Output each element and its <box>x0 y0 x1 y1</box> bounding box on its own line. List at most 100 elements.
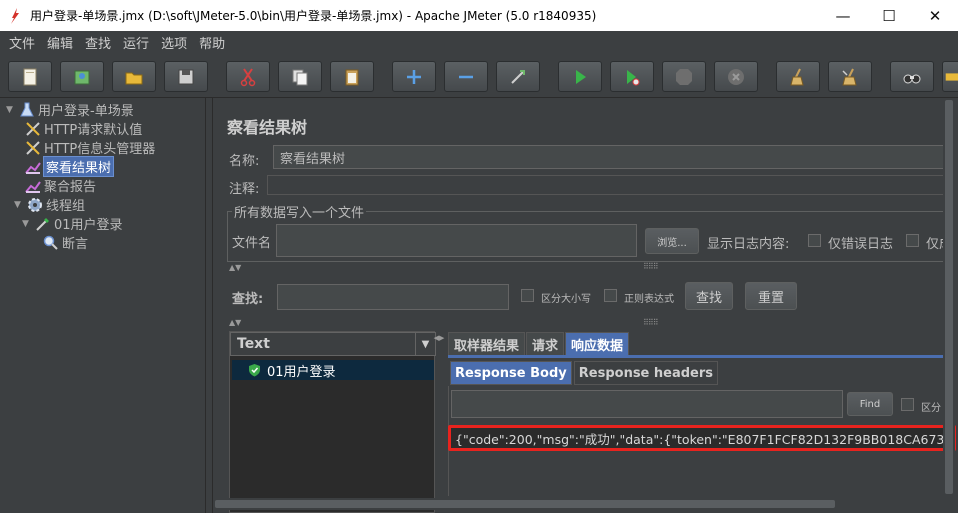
start-no-pause-button[interactable] <box>610 61 654 92</box>
copy-icon <box>292 69 308 85</box>
templates-button[interactable] <box>60 61 104 92</box>
response-find-button[interactable]: Find <box>847 392 893 416</box>
browse-button[interactable]: 浏览... <box>645 228 699 254</box>
errors-only-checkbox[interactable] <box>808 234 821 247</box>
split-divider[interactable] <box>205 98 213 513</box>
shutdown-button[interactable] <box>714 61 758 92</box>
find-button[interactable]: 查找 <box>685 282 733 310</box>
new-button[interactable] <box>8 61 52 92</box>
start-no-pause-icon <box>627 69 640 85</box>
scrollbar-thumb[interactable] <box>215 500 835 508</box>
expand-toggle-icon[interactable]: ▼ <box>22 219 34 229</box>
tree-item-aggregate-report[interactable]: 聚合报告 <box>24 176 96 195</box>
errors-only-label: 仅错误日志 <box>828 237 894 252</box>
reset-search-button[interactable] <box>942 61 958 92</box>
cut-button[interactable] <box>226 61 270 92</box>
regex-checkbox[interactable] <box>604 289 617 302</box>
tree-item-label: 01用户登录 <box>54 218 123 233</box>
tree-item-label: 聚合报告 <box>44 180 97 195</box>
response-subtabs: Response Body Response headers <box>450 361 720 385</box>
expand-toggle-icon[interactable]: ▼ <box>6 105 18 115</box>
vertical-scrollbar[interactable] <box>943 100 955 494</box>
search-label: 查找: <box>232 292 264 307</box>
thread-group-icon <box>26 196 44 214</box>
response-case-checkbox[interactable] <box>901 398 914 411</box>
start-icon <box>576 69 586 84</box>
renderer-select[interactable]: Text ▼ <box>230 332 436 356</box>
maximize-button[interactable]: ☐ <box>866 0 912 31</box>
sampler-icon <box>34 215 52 233</box>
split-grip-2[interactable]: ⠿⠿⠿ <box>643 318 659 327</box>
tab-response-data[interactable]: 响应数据 <box>565 332 630 356</box>
collapse-all-button[interactable] <box>444 61 488 92</box>
split-arrows-3[interactable]: ◀▶ <box>434 334 445 343</box>
menu-options[interactable]: 选项 <box>155 33 193 52</box>
filename-input[interactable] <box>276 224 637 257</box>
minimize-button[interactable]: — <box>820 0 866 31</box>
collapse-icon <box>459 75 473 78</box>
cut-icon <box>240 67 256 86</box>
scrollbar-thumb[interactable] <box>945 100 953 494</box>
clear-button[interactable] <box>776 61 820 92</box>
tab-sampler-result[interactable]: 取样器结果 <box>448 332 526 356</box>
test-plan-tree: ▼ 用户登录-单场景 HTTP请求默认值 HTTP信息头管理器 察看结果树 聚合… <box>0 98 205 513</box>
expand-all-button[interactable] <box>392 61 436 92</box>
response-find-input[interactable] <box>451 390 843 418</box>
regex-label: 正则表达式 <box>624 294 674 305</box>
split-arrows-2[interactable]: ▲▼ <box>229 318 241 327</box>
panel-title: 察看结果树 <box>227 118 308 137</box>
stop-button[interactable] <box>662 61 706 92</box>
tab-response-body[interactable]: Response Body <box>450 361 572 385</box>
clear-all-icon <box>842 68 857 85</box>
comment-field[interactable] <box>267 175 945 195</box>
sample-result-list: Text ▼ 01用户登录 <box>229 331 436 513</box>
case-sensitive-checkbox[interactable] <box>521 289 534 302</box>
tab-underline <box>448 355 946 358</box>
search-icon <box>903 74 921 83</box>
tab-request[interactable]: 请求 <box>526 332 565 356</box>
success-only-checkbox[interactable] <box>906 234 919 247</box>
tree-item-label: HTTP信息头管理器 <box>44 142 156 157</box>
name-field[interactable]: 察看结果树 <box>273 145 945 169</box>
tree-item-assertion[interactable]: 断言 <box>42 233 88 252</box>
menu-run[interactable]: 运行 <box>117 33 155 52</box>
start-button[interactable] <box>558 61 602 92</box>
paste-button[interactable] <box>330 61 374 92</box>
tree-item-label: 察看结果树 <box>42 156 115 177</box>
new-icon <box>23 68 37 85</box>
menu-file[interactable]: 文件 <box>3 33 41 52</box>
toggle-button[interactable] <box>496 61 540 92</box>
tree-item-label: 用户登录-单场景 <box>38 104 134 119</box>
reset-button[interactable]: 重置 <box>745 282 797 310</box>
name-label: 名称: <box>229 154 260 169</box>
close-button[interactable]: ✕ <box>912 0 958 31</box>
expand-toggle-icon[interactable]: ▼ <box>14 200 26 210</box>
horizontal-scrollbar[interactable] <box>213 498 943 510</box>
response-body-text[interactable]: {"code":200,"msg":"成功","data":{"token":"… <box>448 425 956 451</box>
menu-help[interactable]: 帮助 <box>193 33 231 52</box>
split-arrows-1[interactable]: ▲▼ <box>229 263 241 272</box>
menu-search[interactable]: 查找 <box>79 33 117 52</box>
menu-edit[interactable]: 编辑 <box>41 33 79 52</box>
tree-item-test-plan[interactable]: ▼ 用户登录-单场景 <box>6 100 134 119</box>
search-button[interactable] <box>890 61 934 92</box>
tree-item-header-manager[interactable]: HTTP信息头管理器 <box>24 138 155 157</box>
result-item[interactable]: 01用户登录 <box>232 360 434 380</box>
tree-item-label: HTTP请求默认值 <box>44 123 143 138</box>
search-input[interactable] <box>277 284 509 310</box>
jmeter-logo-icon <box>0 7 30 24</box>
title-bar: 用户登录-单场景.jmx (D:\soft\JMeter-5.0\bin\用户登… <box>0 0 958 31</box>
tree-item-thread-group[interactable]: ▼ 线程组 <box>14 195 85 214</box>
tree-item-view-results-tree[interactable]: 察看结果树 <box>24 156 115 177</box>
copy-button[interactable] <box>278 61 322 92</box>
split-grip-1[interactable]: ⠿⠿⠿ <box>643 262 659 271</box>
tree-item-login-sampler[interactable]: ▼ 01用户登录 <box>22 214 123 233</box>
renderer-value: Text <box>237 336 270 352</box>
clear-all-button[interactable] <box>828 61 872 92</box>
save-button[interactable] <box>164 61 208 92</box>
open-button[interactable] <box>112 61 156 92</box>
shutdown-icon <box>728 68 744 85</box>
tree-item-http-defaults[interactable]: HTTP请求默认值 <box>24 119 142 138</box>
tab-response-headers[interactable]: Response headers <box>573 361 719 385</box>
save-icon <box>178 69 194 84</box>
